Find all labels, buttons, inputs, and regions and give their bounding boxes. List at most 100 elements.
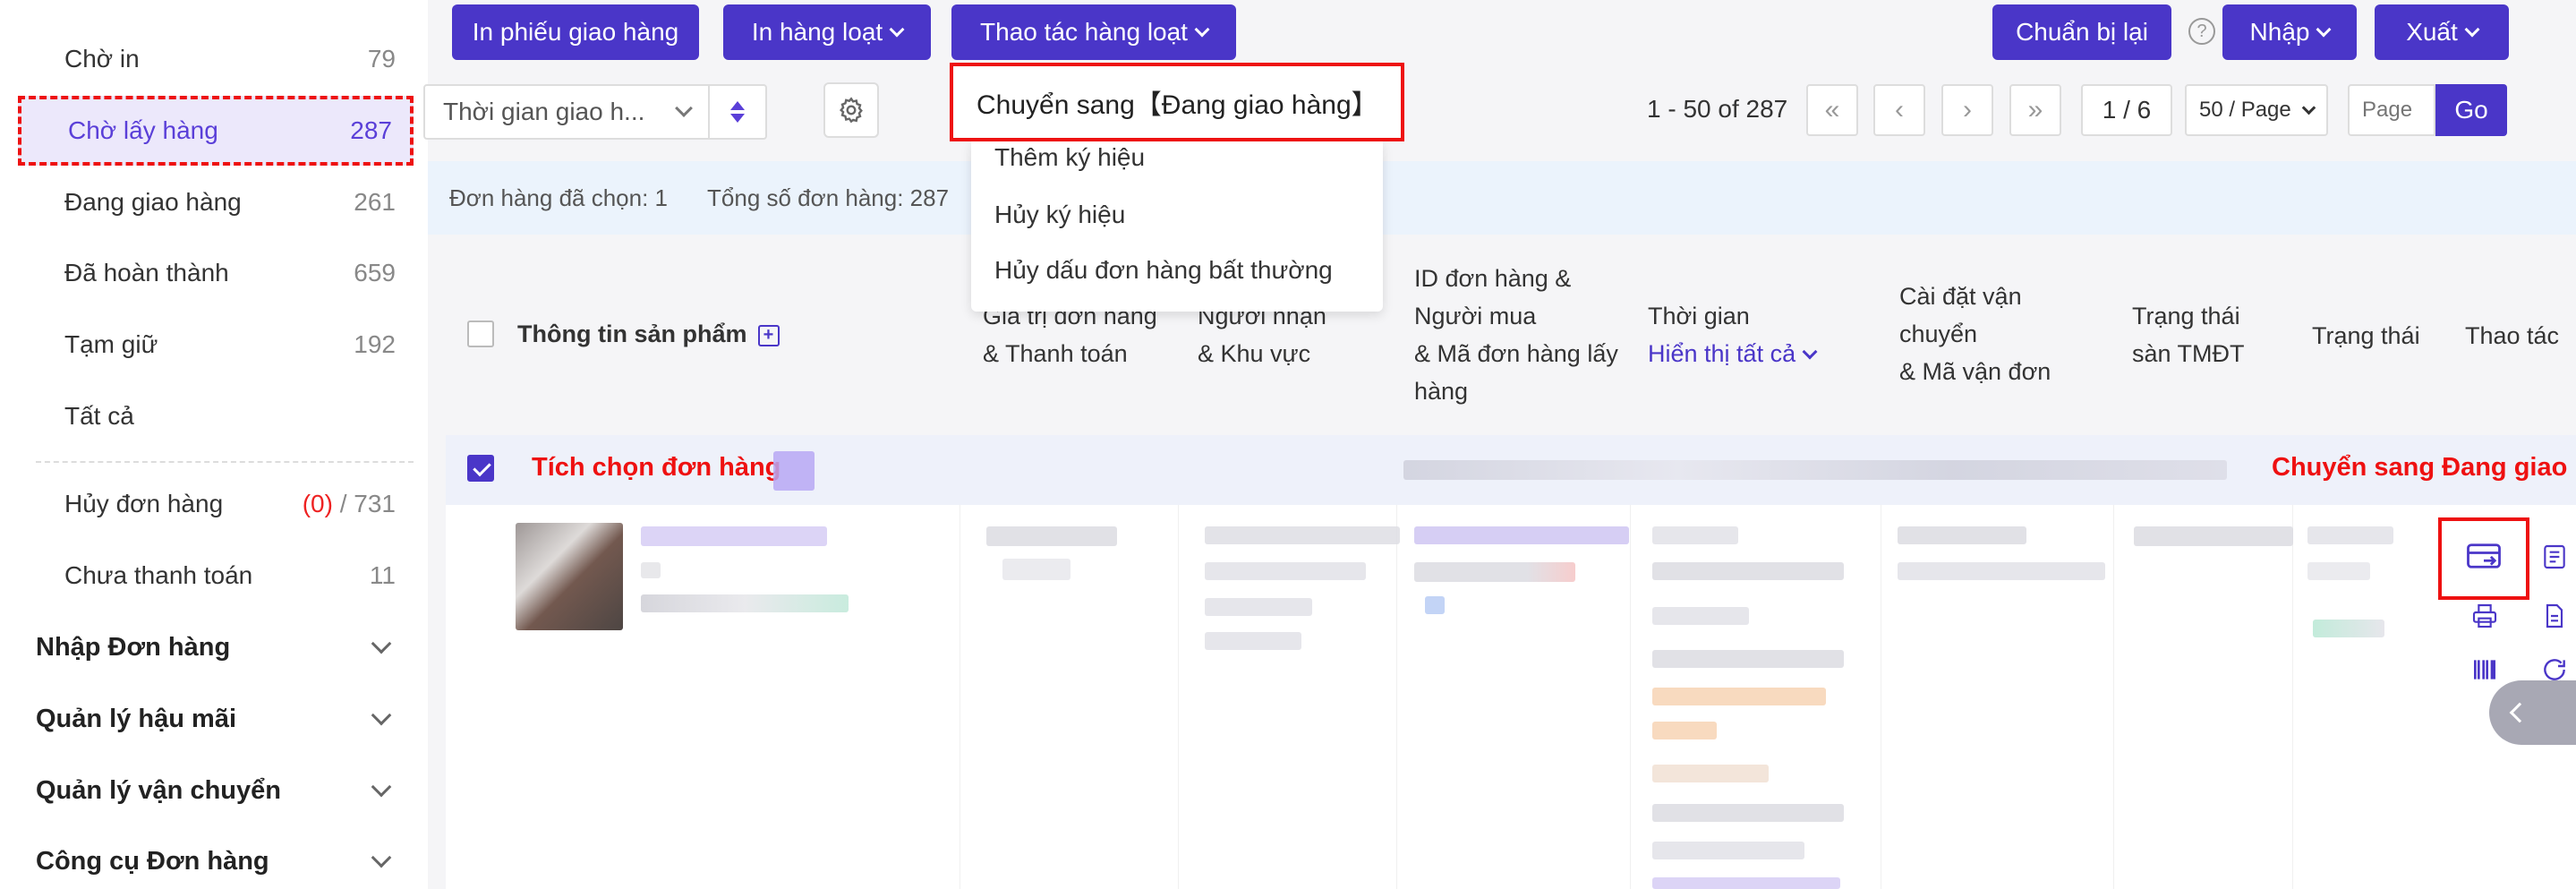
show-all-time-link[interactable]: Hiển thị tất cả bbox=[1648, 335, 1818, 372]
chevron-down-icon bbox=[371, 847, 392, 868]
col-label: Thông tin sản phẩm bbox=[517, 321, 747, 347]
blurred-time bbox=[1652, 650, 1844, 668]
menu-item-remove-mark[interactable]: Hủy ký hiệu bbox=[994, 201, 1125, 229]
sidebar-item-all[interactable]: Tất cả bbox=[64, 389, 396, 443]
ship-action-highlight bbox=[2438, 517, 2529, 600]
last-page-button[interactable]: » bbox=[2009, 84, 2061, 136]
next-page-button[interactable]: › bbox=[1941, 84, 1993, 136]
sidebar-group-label: Công cụ Đơn hàng bbox=[36, 846, 269, 876]
expand-plus-icon[interactable]: + bbox=[757, 324, 780, 346]
sidebar-item-label: Chờ in bbox=[64, 45, 140, 73]
gear-icon bbox=[839, 97, 863, 124]
sort-toggle-button[interactable] bbox=[710, 84, 767, 140]
chevron-down-icon bbox=[889, 21, 905, 38]
print-batch-button[interactable]: In hàng loạt bbox=[723, 4, 931, 60]
blurred-time bbox=[1652, 877, 1840, 889]
printer-icon[interactable] bbox=[2470, 602, 2499, 630]
blurred-payment bbox=[1002, 559, 1070, 580]
blurred-order-value bbox=[986, 526, 1117, 546]
sidebar-group-after-sales[interactable]: Quản lý hậu mãi bbox=[36, 692, 394, 746]
col-label: chuyển bbox=[1899, 321, 1978, 347]
sidebar-item-on-hold[interactable]: Tạm giữ 192 bbox=[64, 318, 396, 372]
chevron-down-icon bbox=[371, 705, 392, 726]
blurred-recipient bbox=[1205, 562, 1366, 580]
sidebar-group-shipping[interactable]: Quản lý vận chuyển bbox=[36, 764, 394, 817]
blurred-text bbox=[641, 562, 661, 578]
sidebar-item-delivering[interactable]: Đang giao hàng 261 bbox=[64, 175, 396, 229]
order-detail-icon[interactable] bbox=[2540, 543, 2569, 571]
sidebar-item-cancelled[interactable]: Hủy đơn hàng (0) / 731 bbox=[64, 477, 396, 531]
page-jump-input[interactable] bbox=[2348, 84, 2435, 136]
col-label: sàn TMĐT bbox=[2132, 340, 2245, 367]
col-label: & Khu vực bbox=[1198, 340, 1311, 367]
export-button[interactable]: Xuất bbox=[2375, 4, 2509, 60]
blurred-order-meta bbox=[1403, 460, 2227, 480]
sidebar-divider bbox=[36, 461, 414, 463]
button-label: Nhập bbox=[2249, 18, 2310, 46]
go-button[interactable]: Go bbox=[2435, 84, 2507, 136]
blurred-status-tag bbox=[2313, 620, 2384, 637]
col-label: Trạng thái bbox=[2132, 303, 2240, 329]
sidebar-item-waiting-pickup[interactable]: Chờ lấy hàng 287 bbox=[18, 96, 414, 166]
blurred-time bbox=[1652, 842, 1804, 859]
sidebar-group-label: Quản lý vận chuyển bbox=[36, 775, 281, 805]
collapse-panel-button[interactable] bbox=[2489, 680, 2576, 745]
blurred-recipient bbox=[1205, 526, 1400, 544]
document-icon[interactable] bbox=[2540, 602, 2569, 630]
dropdown-menu: Thêm ký hiệu Hủy ký hiệu Hủy dấu đơn hàn… bbox=[971, 141, 1383, 312]
settings-button[interactable] bbox=[823, 82, 879, 138]
blurred-time bbox=[1652, 804, 1844, 822]
chevron-down-icon bbox=[2316, 21, 2332, 38]
order-select-checkbox[interactable] bbox=[467, 455, 494, 482]
col-product-info: Thông tin sản phẩm + bbox=[517, 315, 780, 353]
sidebar-item-completed[interactable]: Đã hoàn thành 659 bbox=[64, 246, 396, 300]
order-action-annotation: Chuyển sang Đang giao hàng bbox=[2272, 453, 2576, 482]
sidebar-item-label: Tất cả bbox=[64, 402, 134, 430]
column-divider bbox=[2113, 505, 2114, 889]
sidebar-item-unpaid[interactable]: Chưa thanh toán 11 bbox=[64, 549, 396, 603]
barcode-icon[interactable] bbox=[2470, 655, 2499, 684]
menu-item-move-to-delivering[interactable]: Chuyển sang【Đang giao hàng】 bbox=[950, 63, 1404, 141]
sidebar-group-import-orders[interactable]: Nhập Đơn hàng bbox=[36, 620, 394, 674]
sidebar: Chờ in 79 Chờ lấy hàng 287 Đang giao hàn… bbox=[0, 0, 428, 889]
import-button[interactable]: Nhập bbox=[2222, 4, 2357, 60]
sidebar-item-waiting-print[interactable]: Chờ in 79 bbox=[64, 32, 396, 86]
page-indicator: 1 / 6 bbox=[2081, 84, 2172, 136]
blurred-sku bbox=[641, 594, 849, 612]
sort-up-icon bbox=[730, 101, 745, 110]
sidebar-group-order-tools[interactable]: Công cụ Đơn hàng bbox=[36, 834, 394, 888]
order-row-body bbox=[446, 505, 2576, 889]
print-delivery-button[interactable]: In phiếu giao hàng bbox=[452, 4, 699, 60]
cancel-count-red: (0) bbox=[302, 490, 333, 517]
sidebar-item-count: 261 bbox=[354, 188, 396, 216]
sidebar-item-label: Tạm giữ bbox=[64, 330, 158, 358]
blurred-tag bbox=[1425, 596, 1445, 614]
chevron-down-icon bbox=[371, 633, 392, 654]
per-page-select[interactable]: 50 / Page bbox=[2185, 84, 2328, 136]
menu-item-clear-abnormal[interactable]: Hủy dấu đơn hàng bất thường bbox=[994, 256, 1333, 285]
total-count: Tổng số đơn hàng: 287 bbox=[707, 184, 950, 211]
prev-page-button[interactable]: ‹ bbox=[1873, 84, 1925, 136]
col-label: hàng bbox=[1414, 378, 1469, 405]
blurred-time bbox=[1652, 765, 1769, 782]
sidebar-item-count: 287 bbox=[350, 116, 392, 144]
sidebar-item-label: Chưa thanh toán bbox=[64, 561, 253, 589]
sidebar-item-count: 79 bbox=[367, 45, 396, 73]
select-value: Thời gian giao h... bbox=[443, 98, 645, 125]
column-divider bbox=[1630, 505, 1631, 889]
date-type-select[interactable]: Thời gian giao h... bbox=[423, 84, 710, 140]
button-label: In phiếu giao hàng bbox=[472, 18, 679, 46]
select-all-checkbox[interactable] bbox=[467, 321, 494, 347]
column-divider bbox=[2292, 505, 2293, 889]
col-status: Trạng thái bbox=[2312, 322, 2420, 349]
help-icon[interactable]: ? bbox=[2188, 18, 2215, 45]
prepare-again-button[interactable]: Chuẩn bị lại bbox=[1992, 4, 2171, 60]
menu-item-add-mark[interactable]: Thêm ký hiệu bbox=[994, 143, 1145, 172]
blurred-product-name bbox=[641, 526, 827, 546]
first-page-button[interactable]: « bbox=[1806, 84, 1858, 136]
chevron-down-icon bbox=[675, 99, 693, 117]
blurred-shipping bbox=[1898, 526, 2026, 544]
blurred-order-id bbox=[1414, 526, 1629, 544]
product-thumbnail[interactable] bbox=[516, 523, 623, 630]
col-label: & Thanh toán bbox=[983, 340, 1128, 367]
